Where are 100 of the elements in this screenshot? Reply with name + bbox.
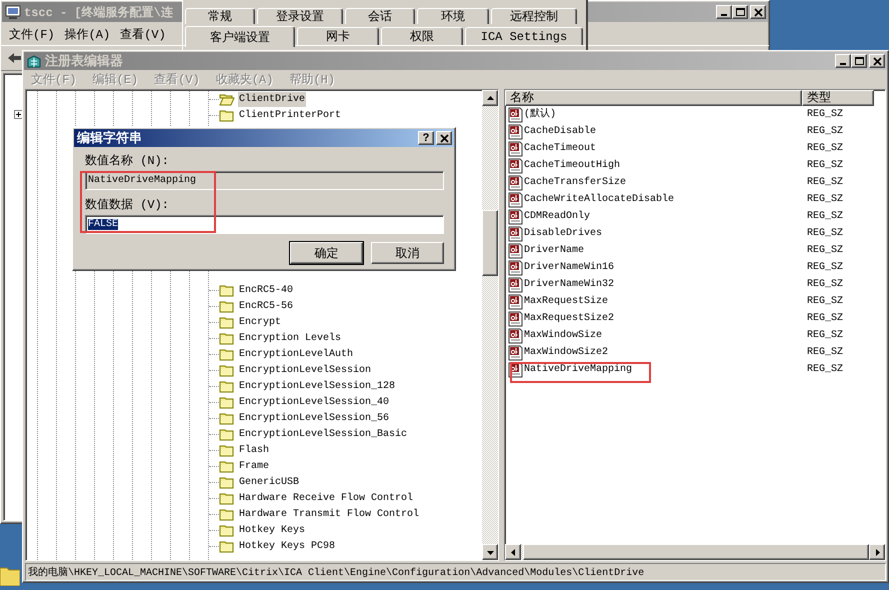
folder-icon xyxy=(219,443,235,457)
value-row[interactable]: CacheDisable REG_SZ xyxy=(505,123,885,140)
value-row[interactable]: CacheWriteAllocateDisable REG_SZ xyxy=(505,191,885,208)
dialog-title: 编辑字符串 xyxy=(77,130,142,147)
tree-item[interactable]: Hotkey Keys xyxy=(238,522,306,538)
scroll-left-button[interactable] xyxy=(505,544,521,560)
value-row[interactable]: MaxWindowSize REG_SZ xyxy=(505,327,885,344)
string-value-icon xyxy=(508,344,523,360)
status-bar-path: 我的电脑\HKEY_LOCAL_MACHINE\SOFTWARE\Citrix\ICA Client\Engine\Configuration\Advanced\Modules\ClientDrive xyxy=(28,566,644,579)
tree-item[interactable]: Encryption Levels xyxy=(238,330,342,346)
value-row[interactable]: DriverName REG_SZ xyxy=(505,242,885,259)
close-icon xyxy=(752,6,764,18)
tree-item[interactable]: Hotkey Keys PC98 xyxy=(238,538,336,554)
value-data-field[interactable]: FALSE xyxy=(85,215,444,234)
menu-item[interactable]: 查看(V) xyxy=(116,26,170,42)
tree-item[interactable]: ClientDrive xyxy=(238,92,306,106)
dialog-button[interactable]: 取消 xyxy=(371,242,444,264)
tree-item[interactable]: EncryptionLevelSession_128 xyxy=(238,378,396,394)
scroll-up-button[interactable] xyxy=(482,90,498,106)
value-row[interactable]: DisableDrives REG_SZ xyxy=(505,225,885,242)
minimize-icon xyxy=(721,14,727,16)
tree-item[interactable]: Hardware Receive Flow Control xyxy=(238,490,414,506)
folder-icon xyxy=(219,459,235,473)
string-value-icon xyxy=(508,276,523,292)
tab[interactable]: 权限 xyxy=(381,27,463,45)
string-value-icon xyxy=(508,242,523,258)
tab[interactable]: 常规 xyxy=(185,8,255,24)
menu-item[interactable]: 文件(F) xyxy=(5,26,59,42)
tab[interactable]: 远程控制 xyxy=(491,8,577,24)
string-value-icon xyxy=(508,226,523,242)
tree-item[interactable]: Flash xyxy=(238,442,270,458)
tab[interactable]: 客户端设置 xyxy=(185,26,295,47)
close-icon xyxy=(438,132,450,144)
field-label: 数值数据 (V): xyxy=(85,198,170,213)
column-header[interactable]: 类型 xyxy=(802,90,874,106)
value-row[interactable]: NativeDriveMapping REG_SZ xyxy=(505,361,885,378)
tree-item[interactable]: GenericUSB xyxy=(238,474,300,490)
tree-item[interactable]: Hardware Transmit Flow Control xyxy=(238,506,420,522)
value-row[interactable]: DriverNameWin16 REG_SZ xyxy=(505,259,885,276)
tree-item[interactable]: Frame xyxy=(238,458,270,474)
tree-item[interactable]: EncryptionLevelSession_40 xyxy=(238,394,390,410)
column-header[interactable]: 名称 xyxy=(505,90,802,106)
value-row[interactable]: MaxRequestSize REG_SZ xyxy=(505,293,885,310)
tree-item[interactable]: EncryptionLevelAuth xyxy=(238,346,354,362)
folder-icon xyxy=(219,491,235,505)
tree-item[interactable]: EncRC5-56 xyxy=(238,298,294,314)
scroll-thumb[interactable] xyxy=(523,544,869,560)
scroll-down-button[interactable] xyxy=(482,544,498,560)
folder-icon xyxy=(219,523,235,537)
help-button[interactable]: ? xyxy=(418,131,434,145)
folder-icon xyxy=(219,331,235,345)
value-row[interactable]: CDMReadOnly REG_SZ xyxy=(505,208,885,225)
tab[interactable]: ICA Settings xyxy=(465,27,583,45)
minimize-button[interactable] xyxy=(716,5,732,19)
string-value-icon xyxy=(508,124,523,140)
tree-item[interactable]: EncryptionLevelSession_56 xyxy=(238,410,390,426)
string-value-icon xyxy=(508,294,523,310)
folder-icon xyxy=(219,395,235,409)
tab[interactable]: 会话 xyxy=(345,8,415,24)
tab[interactable]: 网卡 xyxy=(297,27,379,45)
string-value-icon xyxy=(508,192,523,208)
minimize-icon xyxy=(840,63,846,65)
string-value-icon xyxy=(508,140,523,156)
tree-item[interactable]: EncryptionLevelSession_Basic xyxy=(238,426,408,442)
registry-icon xyxy=(26,53,42,69)
tree-item[interactable]: ClientPrinterPort xyxy=(238,108,342,122)
scroll-thumb[interactable] xyxy=(482,210,498,276)
scroll-right-button[interactable] xyxy=(869,544,885,560)
tree-item[interactable]: Encrypt xyxy=(238,314,282,330)
close-button[interactable] xyxy=(750,5,766,19)
value-row[interactable]: CacheTimeout REG_SZ xyxy=(505,140,885,157)
folder-icon xyxy=(219,379,235,393)
value-row[interactable]: CacheTransferSize REG_SZ xyxy=(505,174,885,191)
value-row[interactable]: (默认) REG_SZ xyxy=(505,106,885,123)
value-row[interactable]: DriverNameWin32 REG_SZ xyxy=(505,276,885,293)
maximize-button[interactable] xyxy=(851,54,867,68)
tab[interactable]: 登录设置 xyxy=(257,8,343,24)
folder-icon xyxy=(219,539,235,553)
folder-icon xyxy=(219,427,235,441)
close-button[interactable] xyxy=(869,54,885,68)
dialog-button[interactable]: 确定 xyxy=(290,242,363,264)
close-button[interactable] xyxy=(436,131,452,145)
window-title: tscc - [终端服务配置\连 xyxy=(24,4,173,20)
menu-item[interactable]: 操作(A) xyxy=(60,26,114,42)
value-row[interactable]: CacheTimeoutHigh REG_SZ xyxy=(505,157,885,174)
value-name-field[interactable]: NativeDriveMapping xyxy=(85,171,444,190)
string-value-icon xyxy=(508,310,523,326)
window-title: 注册表编辑器 xyxy=(45,52,123,70)
value-row[interactable]: MaxWindowSize2 REG_SZ xyxy=(505,344,885,361)
folder-icon xyxy=(219,315,235,329)
open-folder-icon xyxy=(219,92,235,106)
folder-icon xyxy=(219,283,235,297)
tree-item[interactable]: EncryptionLevelSession xyxy=(238,362,372,378)
minimize-button[interactable] xyxy=(835,54,851,68)
tab[interactable]: 环境 xyxy=(417,8,489,24)
tree-item[interactable]: EncRC5-40 xyxy=(238,282,294,298)
folder-icon xyxy=(219,411,235,425)
folder-icon xyxy=(0,566,20,586)
value-row[interactable]: MaxRequestSize2 REG_SZ xyxy=(505,310,885,327)
maximize-button[interactable] xyxy=(732,5,748,19)
